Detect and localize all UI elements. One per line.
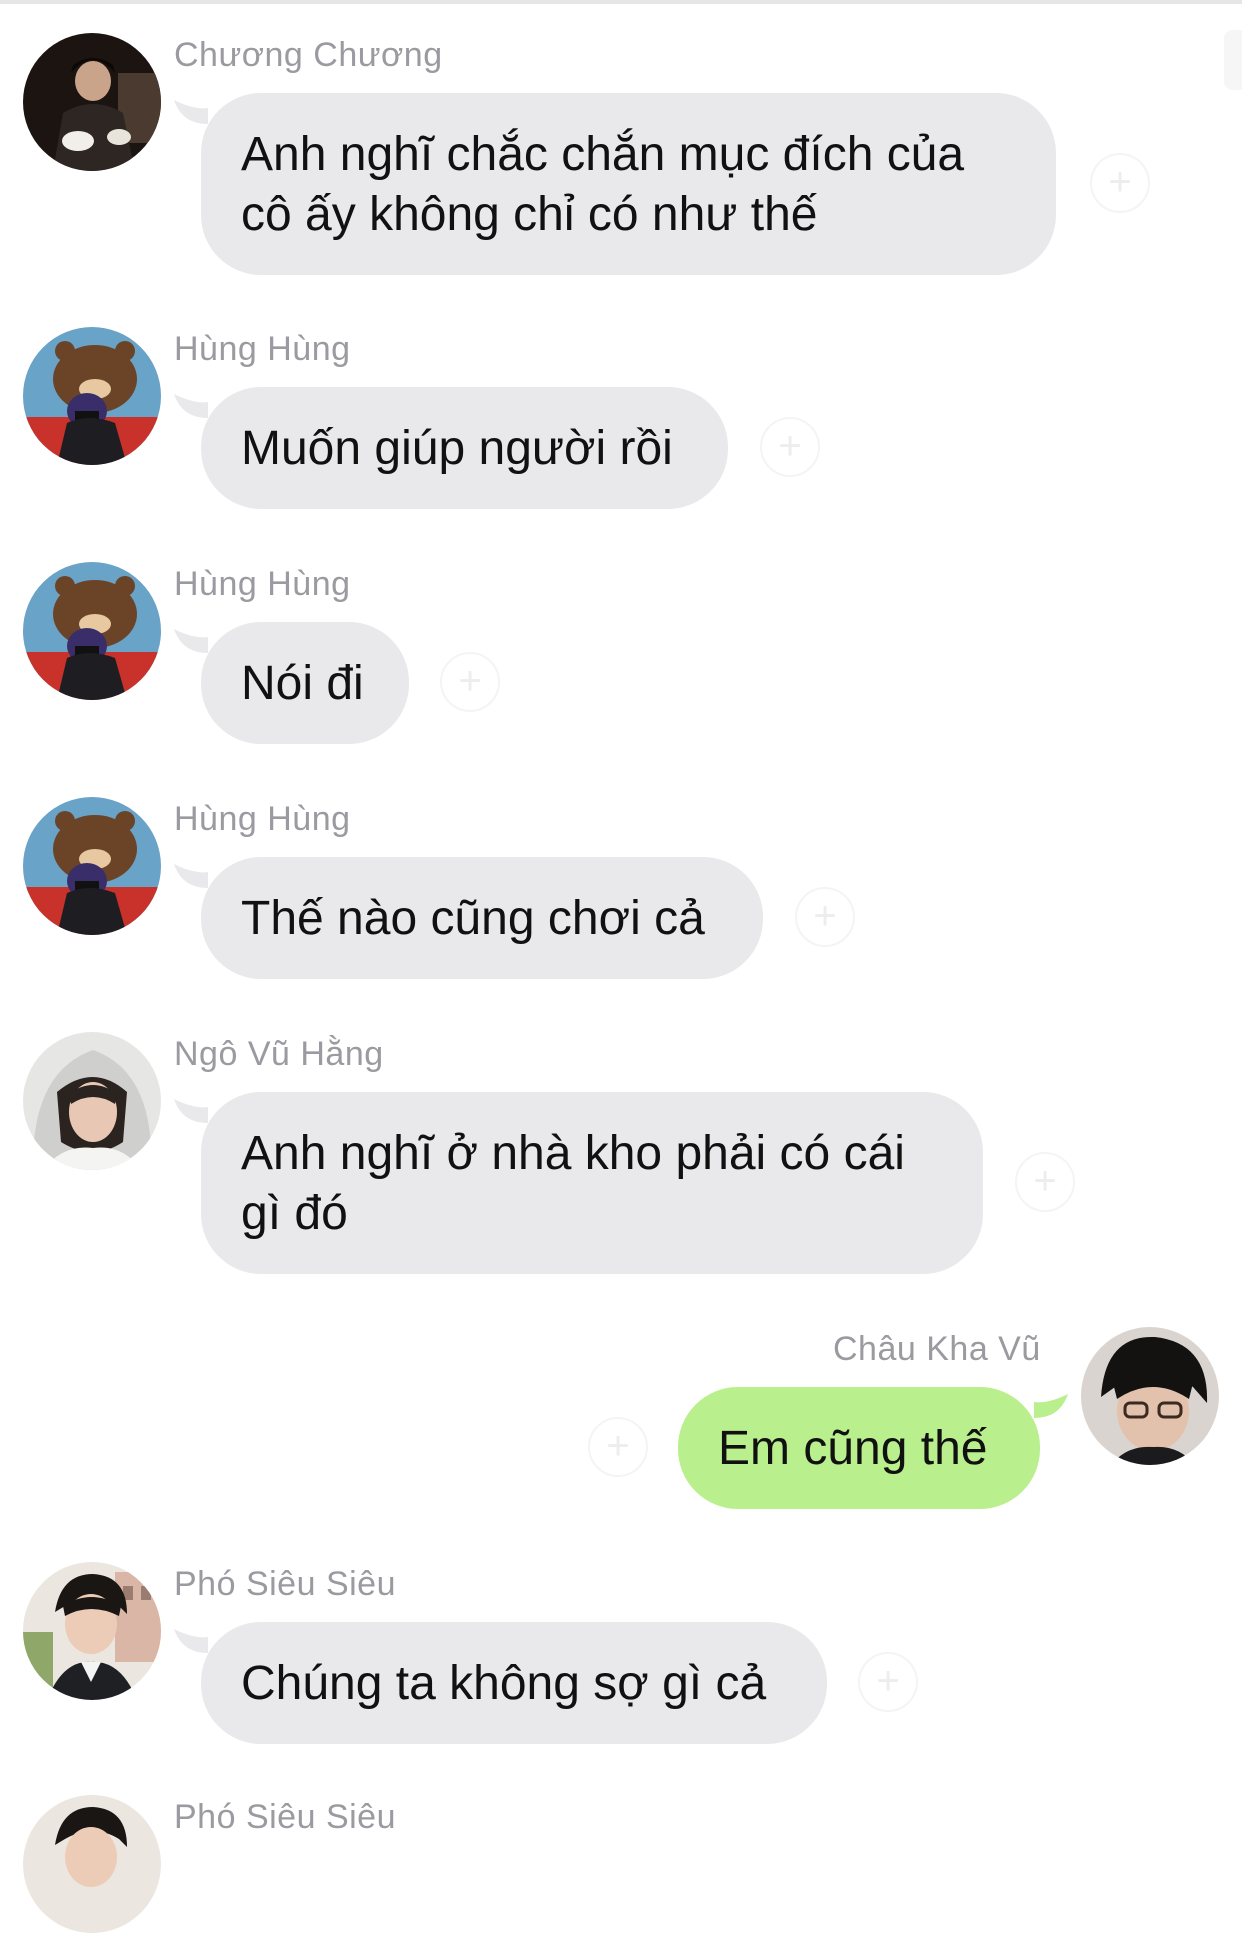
avatar-hung-hung[interactable]: [23, 562, 161, 700]
message-bubble[interactable]: Nói đi: [201, 622, 409, 744]
message-text-line: Anh nghĩ chắc chắn mục đích của: [241, 128, 965, 181]
add-reaction-icon[interactable]: +: [858, 1652, 918, 1712]
add-reaction-icon[interactable]: +: [588, 1417, 648, 1477]
scroll-edge-handle[interactable]: [1224, 30, 1242, 90]
avatar-hung-hung[interactable]: [23, 797, 161, 935]
message-bubble[interactable]: Anh nghĩ chắc chắn mục đích của cô ấy kh…: [201, 93, 1056, 275]
bubble-tail: [174, 1629, 208, 1653]
bubble-tail: [1034, 1394, 1068, 1418]
message-text-line: Nói đi: [241, 657, 364, 710]
message-text-line: Thế nào cũng chơi cả: [241, 892, 705, 945]
message-bubble[interactable]: Em cũng thế: [678, 1387, 1040, 1509]
avatar-chuong-chuong[interactable]: [23, 33, 161, 171]
sender-name: Phó Siêu Siêu: [174, 1565, 396, 1603]
avatar-ngo-vu-hang[interactable]: [23, 1032, 161, 1170]
bubble-tail: [174, 100, 208, 124]
add-reaction-icon[interactable]: +: [760, 417, 820, 477]
message-bubble[interactable]: Anh nghĩ ở nhà kho phải có cái gì đó: [201, 1092, 983, 1274]
message-text-line: Anh nghĩ ở nhà kho phải có cái: [241, 1127, 905, 1180]
sender-name: Hùng Hùng: [174, 800, 351, 838]
bubble-tail: [174, 864, 208, 888]
add-reaction-icon[interactable]: +: [440, 652, 500, 712]
message-bubble[interactable]: Thế nào cũng chơi cả: [201, 857, 763, 979]
message-text-line: Muốn giúp người rồi: [241, 422, 673, 475]
message-bubble[interactable]: Muốn giúp người rồi: [201, 387, 728, 509]
message-text-line: Em cũng thế: [718, 1422, 988, 1475]
bubble-tail: [174, 394, 208, 418]
add-reaction-icon[interactable]: +: [1015, 1152, 1075, 1212]
add-reaction-icon[interactable]: +: [1090, 153, 1150, 213]
sender-name: Hùng Hùng: [174, 565, 351, 603]
sender-name: Hùng Hùng: [174, 330, 351, 368]
avatar-chau-kha-vu[interactable]: [1081, 1327, 1219, 1465]
chat-thread[interactable]: Chương Chương Anh nghĩ chắc chắn mục đíc…: [0, 0, 1242, 1933]
sender-name: Chương Chương: [174, 36, 443, 74]
message-text-line: gì đó: [241, 1187, 348, 1240]
message-bubble[interactable]: Chúng ta không sợ gì cả: [201, 1622, 827, 1744]
message-text-line: Chúng ta không sợ gì cả: [241, 1657, 767, 1710]
message-text-line: cô ấy không chỉ có như thế: [241, 188, 818, 241]
avatar-pho-sieu-sieu[interactable]: [23, 1562, 161, 1700]
bubble-tail: [174, 629, 208, 653]
avatar-hung-hung[interactable]: [23, 327, 161, 465]
add-reaction-icon[interactable]: +: [795, 887, 855, 947]
bubble-tail: [174, 1099, 208, 1123]
sender-name: Ngô Vũ Hằng: [174, 1035, 384, 1073]
sender-name: Châu Kha Vũ: [833, 1330, 1041, 1368]
avatar-pho-sieu-sieu[interactable]: [23, 1795, 161, 1933]
